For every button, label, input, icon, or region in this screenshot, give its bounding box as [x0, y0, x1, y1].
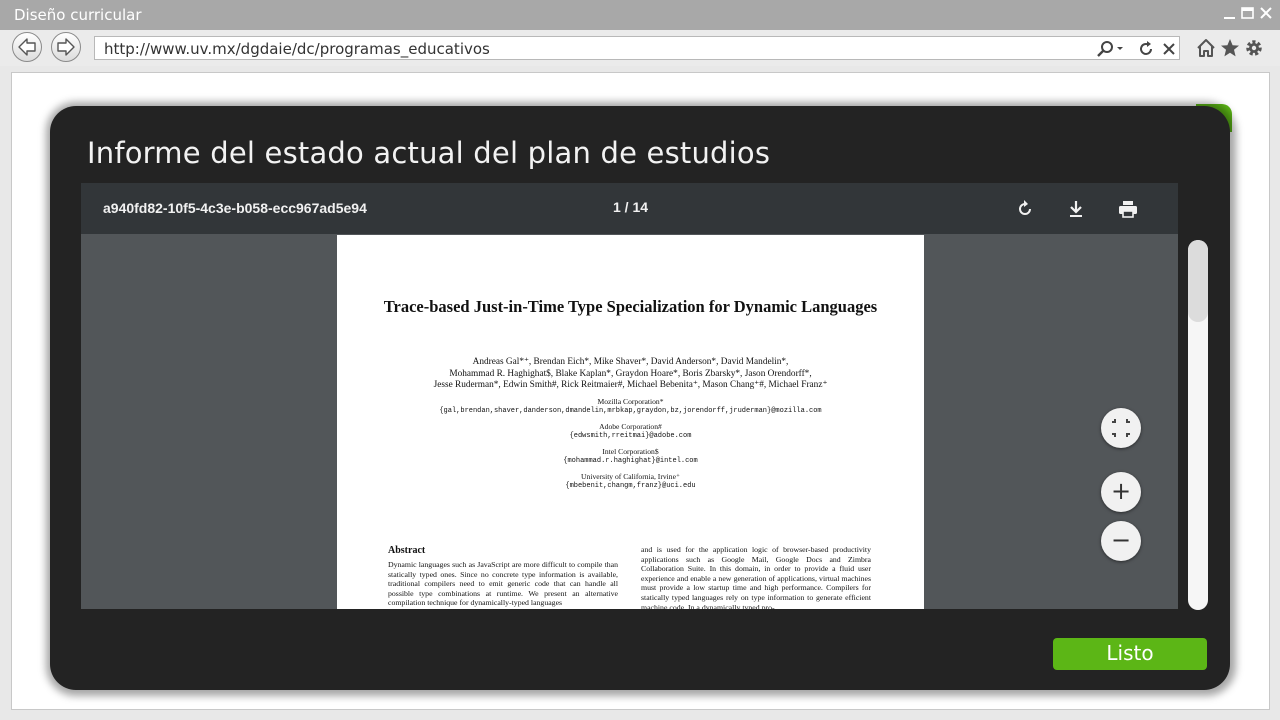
forward-icon	[57, 38, 75, 56]
close-window-icon[interactable]	[1258, 5, 1274, 21]
affiliation-email: {edwsmith,rreitmai}@adobe.com	[569, 431, 692, 440]
address-bar[interactable]: http://www.uv.mx/dgdaie/dc/programas_edu…	[94, 36, 1180, 60]
zoom-in-icon: +	[1110, 477, 1132, 505]
window-title: Diseño curricular	[14, 6, 142, 24]
minimize-icon[interactable]	[1222, 5, 1238, 21]
authors-line: Andreas Gal*⁺, Brendan Eich*, Mike Shave…	[472, 357, 789, 367]
zoom-out-button[interactable]: −	[1101, 521, 1141, 561]
zoom-in-button[interactable]: +	[1101, 472, 1141, 512]
scrollbar-thumb[interactable]	[1188, 240, 1208, 322]
pdf-page-indicator: 1 / 14	[613, 199, 649, 215]
title-bar: Diseño curricular	[0, 0, 1280, 30]
report-modal: Informe del estado actual del plan de es…	[50, 106, 1230, 690]
modal-title: Informe del estado actual del plan de es…	[87, 136, 771, 170]
back-button[interactable]	[12, 32, 42, 62]
home-icon[interactable]	[1195, 37, 1217, 59]
star-icon[interactable]	[1219, 37, 1241, 59]
abstract-column-right: and is used for the application logic of…	[641, 545, 871, 609]
authors-line: Jesse Ruderman*, Edwin Smith#, Rick Reit…	[433, 380, 828, 391]
refresh-icon[interactable]	[1137, 40, 1155, 58]
fit-page-icon	[1112, 419, 1130, 437]
paper-authors: Andreas Gal*⁺, Brendan Eich*, Mike Shave…	[357, 357, 904, 392]
browser-window: Diseño curricular http://www.uv.mx/dgdai…	[0, 0, 1280, 720]
fit-page-button[interactable]	[1101, 408, 1141, 448]
forward-button[interactable]	[51, 32, 81, 62]
affiliation-uci: University of California, Irvine⁺ {mbebe…	[357, 472, 904, 491]
affiliation-email: {gal,brendan,shaver,danderson,dmandelin,…	[439, 406, 822, 415]
affiliation-email: {mohammad.r.haghighat}@intel.com	[563, 456, 698, 465]
gear-icon[interactable]	[1243, 37, 1265, 59]
affiliation-name: Adobe Corporation#	[599, 422, 662, 431]
affiliation-mozilla: Mozilla Corporation* {gal,brendan,shaver…	[357, 397, 904, 416]
search-icon[interactable]	[1095, 40, 1125, 58]
affiliation-adobe: Adobe Corporation# {edwsmith,rreitmai}@a…	[357, 422, 904, 441]
affiliation-email: {mbebenit,changm,franz}@uci.edu	[565, 481, 696, 490]
pdf-document-name: a940fd82-10f5-4c3e-b058-ecc967ad5e94	[103, 200, 367, 216]
browser-toolbar: http://www.uv.mx/dgdaie/dc/programas_edu…	[0, 30, 1280, 66]
affiliation-intel: Intel Corporation$ {mohammad.r.haghighat…	[357, 447, 904, 466]
pdf-page: Trace-based Just-in-Time Type Specializa…	[337, 235, 924, 609]
paper-title: Trace-based Just-in-Time Type Specializa…	[383, 297, 878, 316]
zoom-out-icon: −	[1110, 526, 1132, 554]
abstract-column-left: Dynamic languages such as JavaScript are…	[388, 560, 618, 608]
print-icon[interactable]	[1116, 197, 1140, 221]
url-text: http://www.uv.mx/dgdaie/dc/programas_edu…	[104, 40, 490, 58]
maximize-icon[interactable]	[1240, 5, 1256, 21]
pdf-viewer[interactable]: a940fd82-10f5-4c3e-b058-ecc967ad5e94 1 /…	[81, 183, 1178, 609]
affiliation-name: Intel Corporation$	[602, 447, 659, 456]
affiliation-name: Mozilla Corporation*	[597, 397, 664, 406]
pdf-toolbar: a940fd82-10f5-4c3e-b058-ecc967ad5e94 1 /…	[81, 183, 1178, 234]
done-button[interactable]: Listo	[1053, 638, 1207, 670]
rotate-icon[interactable]	[1013, 197, 1037, 221]
download-icon[interactable]	[1064, 197, 1088, 221]
authors-line: Mohammad R. Haghighat$, Blake Kaplan*, G…	[449, 368, 812, 379]
affiliation-name: University of California, Irvine⁺	[581, 472, 680, 481]
stop-icon[interactable]	[1161, 40, 1177, 58]
back-icon	[18, 38, 36, 56]
abstract-heading: Abstract	[388, 545, 426, 556]
